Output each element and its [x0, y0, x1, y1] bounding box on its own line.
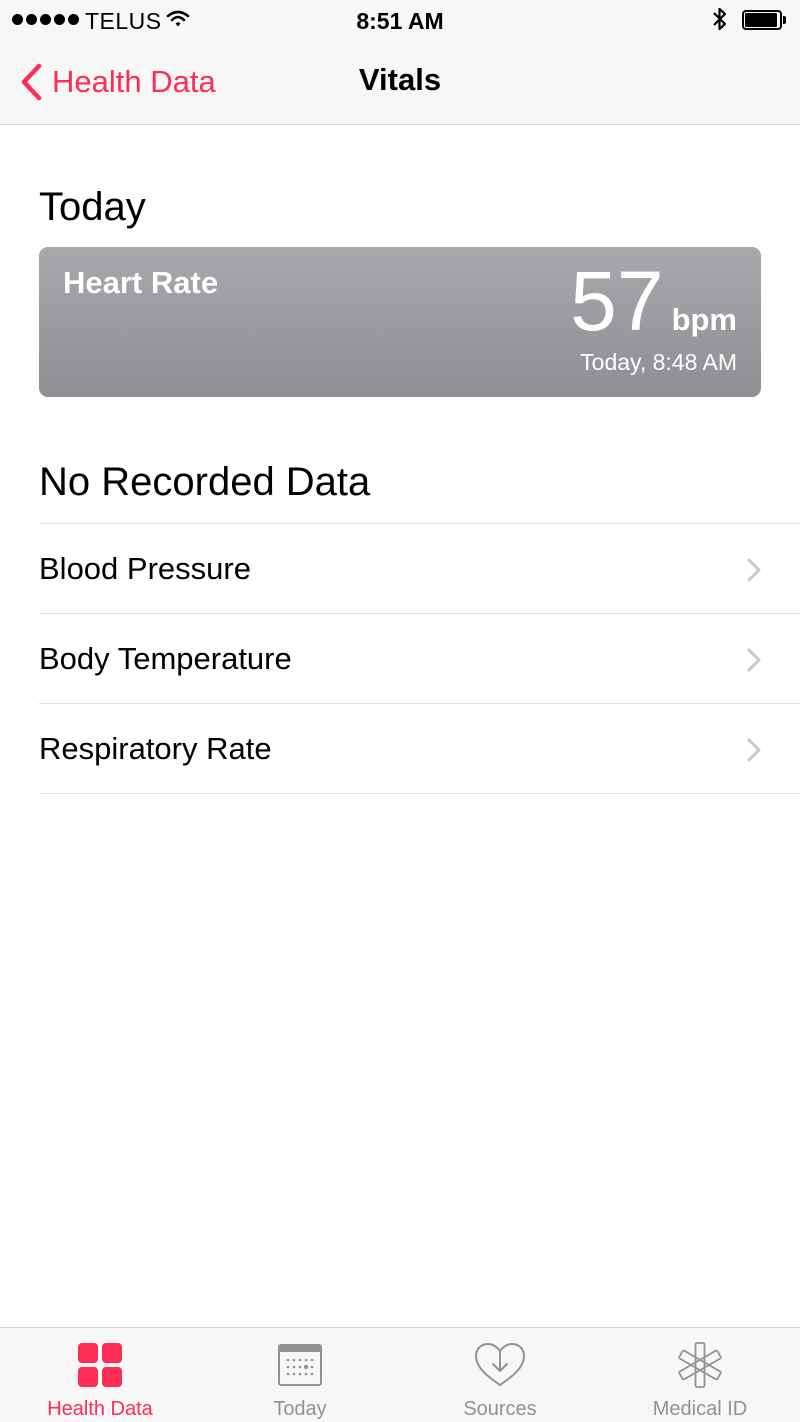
list-item-label: Body Temperature [39, 640, 292, 676]
chevron-right-icon [747, 558, 761, 582]
page-title: Vitals [358, 62, 442, 97]
vitals-screen: TELUS 8:51 AM Health Data Vitals Today H… [0, 0, 800, 1422]
list-item-blood-pressure[interactable]: Blood Pressure [39, 524, 800, 614]
list-item-body-temperature[interactable]: Body Temperature [39, 614, 800, 704]
heart-rate-reading: 57 bpm [570, 259, 737, 343]
status-time: 8:51 AM [356, 8, 444, 34]
tab-label: Medical ID [652, 1398, 748, 1420]
heart-rate-card[interactable]: Heart Rate 57 bpm Today, 8:48 AM [39, 247, 761, 397]
tab-sources[interactable]: Sources [400, 1328, 600, 1422]
status-bar: TELUS 8:51 AM [0, 0, 800, 40]
tab-label: Health Data [47, 1398, 153, 1420]
battery-icon [742, 10, 786, 30]
chevron-right-icon [747, 648, 761, 672]
list-item-label: Blood Pressure [39, 550, 251, 586]
heart-rate-label: Heart Rate [63, 265, 219, 300]
tab-medical-id[interactable]: Medical ID [600, 1328, 800, 1422]
tab-today[interactable]: Today [200, 1328, 400, 1422]
no-recorded-data-title: No Recorded Data [39, 460, 371, 504]
heart-rate-value: 57 [570, 254, 664, 348]
calendar-icon [278, 1344, 322, 1386]
navigation-bar: Health Data Vitals [0, 40, 800, 125]
tab-label: Sources [463, 1398, 537, 1420]
today-section-title: Today [39, 185, 146, 229]
list-item-label: Respiratory Rate [39, 730, 272, 766]
medical-asterisk-icon [678, 1342, 722, 1388]
bluetooth-icon [710, 6, 730, 38]
no-data-list: Blood Pressure Body Temperature Respirat… [39, 523, 800, 794]
chevron-right-icon [747, 738, 761, 762]
list-item-respiratory-rate[interactable]: Respiratory Rate [39, 704, 800, 794]
tab-bar: Health Data Today Sources Medical ID [0, 1327, 800, 1422]
top-bar: TELUS 8:51 AM Health Data Vitals [0, 0, 800, 125]
heart-rate-unit: bpm [671, 302, 737, 337]
tab-health-data[interactable]: Health Data [0, 1328, 200, 1422]
health-data-grid-icon [78, 1343, 122, 1387]
sources-heart-download-icon [474, 1342, 526, 1387]
heart-rate-timestamp: Today, 8:48 AM [580, 349, 737, 375]
tab-label: Today [273, 1398, 327, 1420]
